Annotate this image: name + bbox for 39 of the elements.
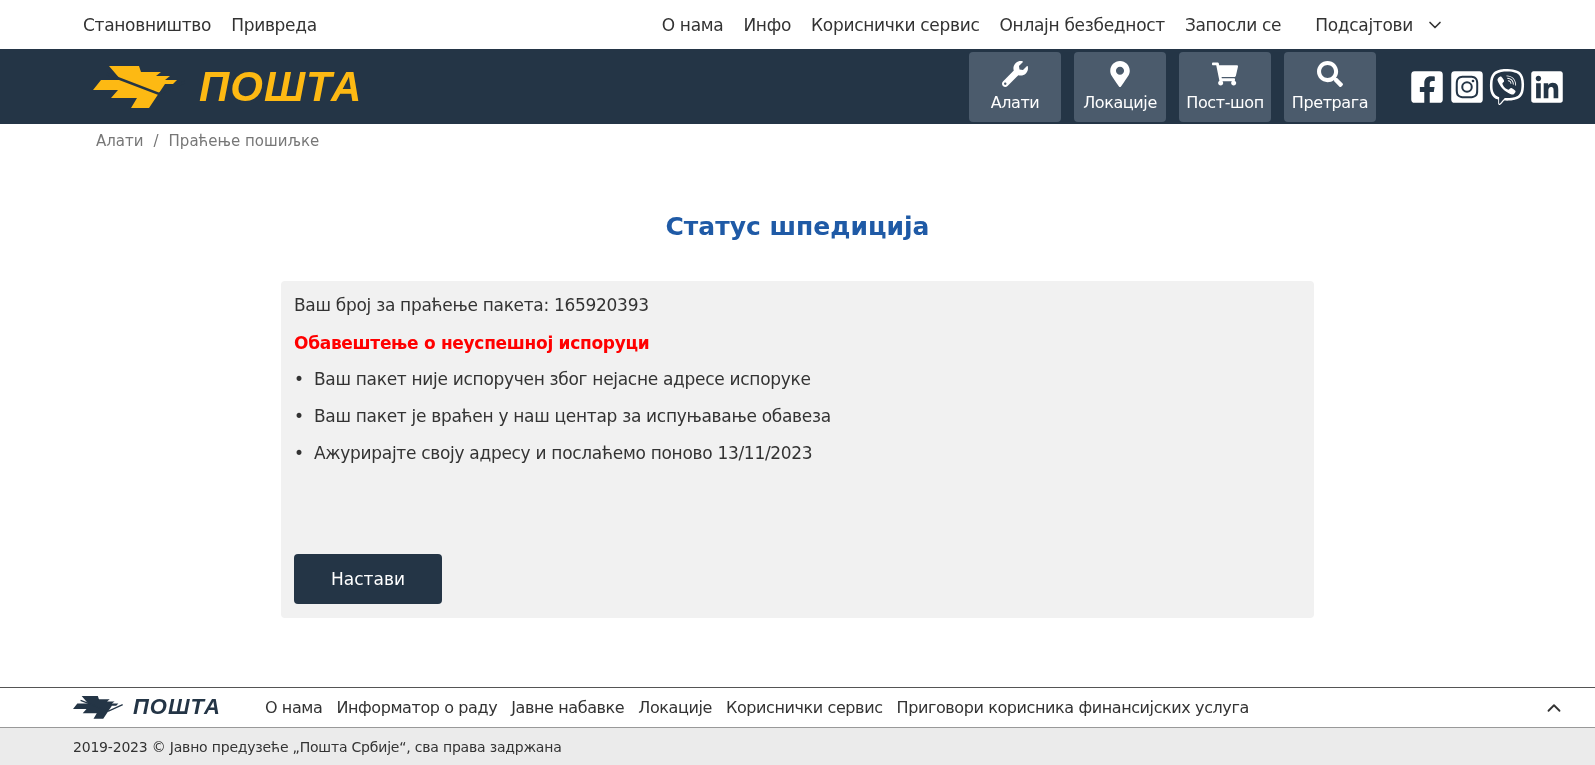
footer-link[interactable]: Јавне набавке [511, 698, 625, 717]
footer-link[interactable]: О нама [264, 698, 323, 717]
subsites-dropdown[interactable]: Подсајтови [1315, 14, 1445, 35]
nav-link[interactable]: Инфо [743, 14, 791, 35]
continue-button[interactable]: Настави [294, 554, 442, 604]
footer-logo[interactable]: ПОШТА [73, 696, 221, 719]
footer-link[interactable]: Локације [638, 698, 712, 717]
bullet-item: • Ваш пакет није испоручен због нејасне адресе испоруке [294, 369, 812, 389]
cart-icon [1212, 61, 1238, 87]
viber-icon[interactable] [1489, 68, 1525, 105]
logo[interactable]: ПОШТА [93, 65, 363, 108]
nav-link[interactable]: Онлајн безбедност [999, 14, 1165, 35]
page-title: Статус шпедиција [664, 212, 931, 241]
wrench-icon [1002, 61, 1028, 87]
footer-link[interactable]: Информатор о раду [336, 698, 498, 717]
bullet-item: • Ваш пакет је враћен у наш центар за испуњавање обавеза [294, 406, 832, 426]
breadcrumb-separator: / [153, 132, 159, 150]
footer-link[interactable]: Кориснички сервис [725, 698, 883, 717]
nav-link[interactable]: Становништво [83, 14, 212, 35]
notice-heading: Обавештење о неуспешној испоруци [294, 333, 651, 353]
nav-link[interactable]: Привреда [231, 14, 317, 35]
breadcrumb-link[interactable]: Праћење пошиљке [168, 132, 320, 150]
breadcrumb-link[interactable]: Алати [96, 132, 144, 150]
copyright-text: 2019-2023 © Јавно предузеће „Пошта Србије“, сва права задржана [73, 738, 562, 755]
tool-button[interactable]: Локације [1074, 51, 1166, 122]
nav-link[interactable]: Запосли се [1184, 14, 1282, 35]
tool-button[interactable]: Претрага [1284, 51, 1376, 122]
pin-icon [1107, 61, 1133, 87]
tracking-number-text: Ваш број за праћење пакета: 165920393 [294, 295, 650, 315]
nav-link[interactable]: Кориснички сервис [811, 14, 980, 35]
search-icon [1317, 61, 1343, 87]
nav-link[interactable]: О нама [661, 14, 724, 35]
facebook-icon[interactable] [1409, 68, 1445, 105]
linkedin-icon[interactable] [1529, 68, 1565, 105]
tool-button[interactable]: Алати [969, 51, 1061, 122]
footer-link[interactable]: Приговори корисника финансијских услуга [896, 698, 1249, 717]
tool-button[interactable]: Пост-шоп [1179, 51, 1271, 122]
instagram-icon[interactable] [1449, 68, 1485, 105]
bullet-item: • Ажурирајте своју адресу и послаћемо поново 13/11/2023 [294, 443, 814, 463]
